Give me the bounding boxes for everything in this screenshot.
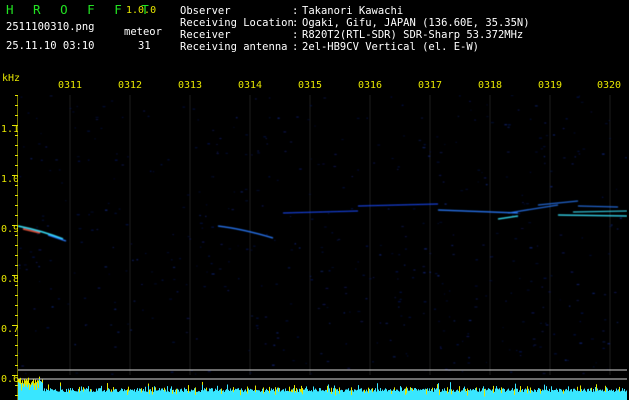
spectrogram xyxy=(18,95,627,400)
file-name: 2511100310.png xyxy=(6,21,95,33)
info-value-location: Ogaki, Gifu, JAPAN (136.60E, 35.35N) xyxy=(302,17,530,29)
app-version: 1.0.0 xyxy=(126,5,157,16)
x-tick-0319: 0319 xyxy=(538,80,563,91)
info-value-observer: Takanori Kawachi xyxy=(302,5,404,17)
x-tick-0312: 0312 xyxy=(118,80,143,91)
meteor-label: meteor xyxy=(124,26,162,38)
x-tick-0315: 0315 xyxy=(298,80,323,91)
info-sep: : xyxy=(292,17,299,29)
x-tick-0316: 0316 xyxy=(358,80,383,91)
x-tick-0317: 0317 xyxy=(418,80,443,91)
y-axis xyxy=(12,95,19,400)
meteor-count: 31 xyxy=(138,40,151,52)
info-sep: : xyxy=(292,41,299,53)
info-value-antenna: 2el-HB9CV Vertical (el. E-W) xyxy=(302,41,480,53)
info-sep: : xyxy=(292,5,299,17)
info-sep: : xyxy=(292,29,299,41)
x-tick-0313: 0313 xyxy=(178,80,203,91)
info-value-receiver: R820T2(RTL-SDR) SDR-Sharp 53.372MHz xyxy=(302,29,524,41)
info-key-observer: Observer xyxy=(180,5,231,17)
x-tick-0311: 0311 xyxy=(58,80,83,91)
x-tick-0314: 0314 xyxy=(238,80,263,91)
info-key-receiver: Receiver xyxy=(180,29,231,41)
file-datetime: 25.11.10 03:10 xyxy=(6,40,95,52)
y-axis-unit: kHz xyxy=(2,73,21,84)
info-key-antenna: Receiving antenna xyxy=(180,41,288,53)
info-key-location: Receiving Location xyxy=(180,17,294,29)
x-tick-0318: 0318 xyxy=(478,80,503,91)
x-tick-0320: 0320 xyxy=(597,80,622,91)
